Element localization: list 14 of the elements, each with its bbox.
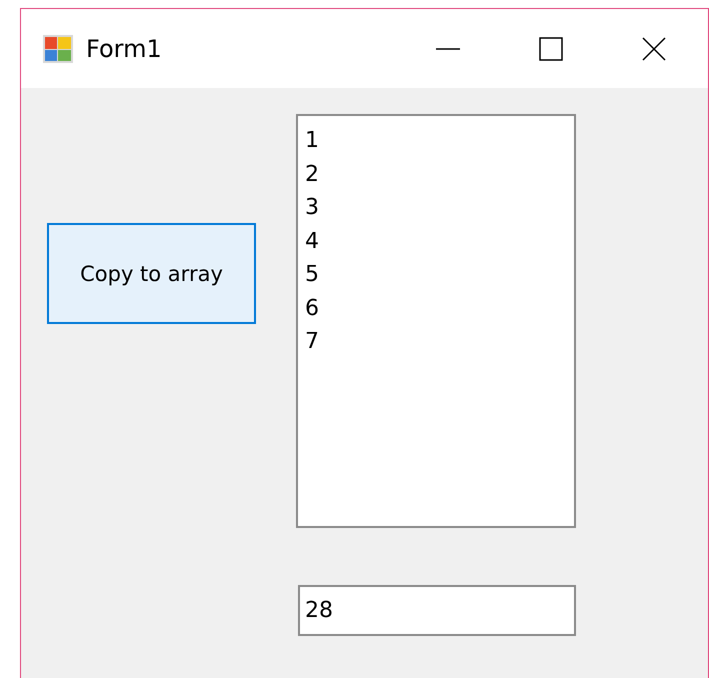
list-item[interactable]: 7 bbox=[305, 325, 574, 358]
list-item[interactable]: 3 bbox=[305, 191, 574, 224]
close-icon[interactable] bbox=[642, 36, 666, 60]
window-title: Form1 bbox=[86, 34, 162, 62]
copy-to-array-button[interactable]: Copy to array bbox=[47, 223, 256, 324]
text-field[interactable]: 28 bbox=[298, 585, 576, 636]
list-box[interactable]: 1 2 3 4 5 6 7 bbox=[296, 114, 576, 528]
app-icon bbox=[42, 32, 74, 64]
list-item[interactable]: 6 bbox=[305, 292, 574, 325]
list-item[interactable]: 2 bbox=[305, 158, 574, 191]
list-item[interactable]: 4 bbox=[305, 224, 574, 258]
maximize-icon[interactable] bbox=[539, 36, 563, 60]
list-item[interactable]: 5 bbox=[305, 258, 574, 292]
list-item[interactable]: 1 bbox=[305, 124, 574, 158]
